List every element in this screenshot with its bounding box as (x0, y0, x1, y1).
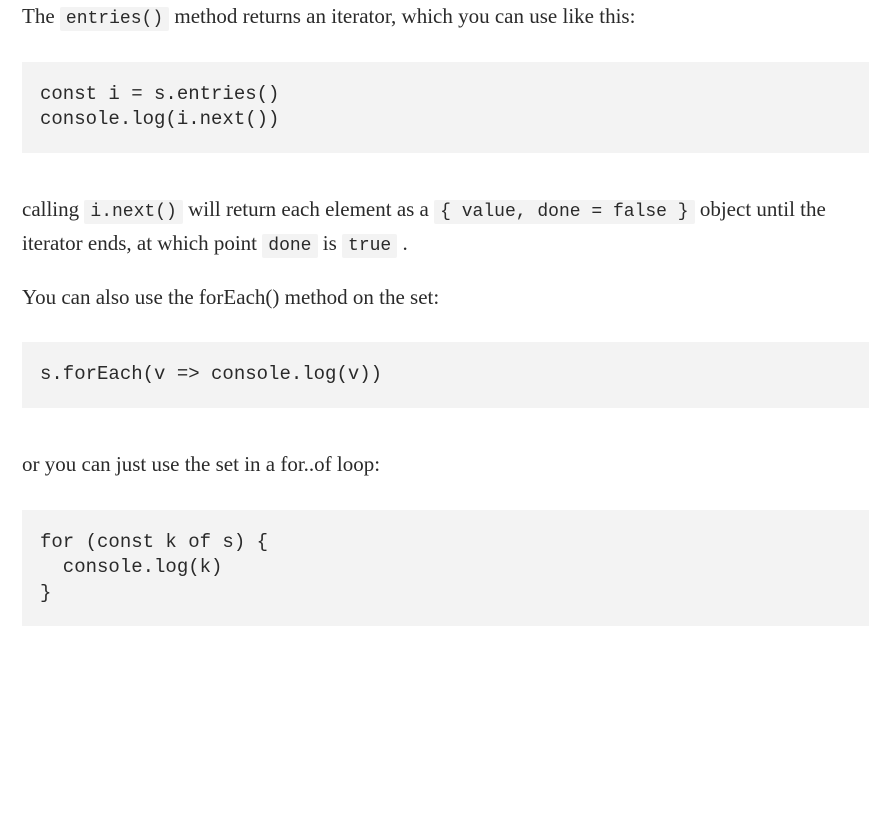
inline-code: { value, done = false } (434, 200, 694, 224)
text: calling (22, 197, 84, 221)
paragraph-4: or you can just use the set in a for..of… (22, 448, 869, 482)
text: is (318, 231, 343, 255)
text: will return each element as a (183, 197, 434, 221)
inline-code: entries() (60, 7, 169, 31)
inline-code: true (342, 234, 397, 258)
text: . (397, 231, 408, 255)
inline-code: i.next() (84, 200, 182, 224)
text: method returns an iterator, which you ca… (169, 4, 635, 28)
inline-code: done (262, 234, 317, 258)
paragraph-3: You can also use the forEach() method on… (22, 281, 869, 315)
text: The (22, 4, 60, 28)
code-block-3: for (const k of s) { console.log(k) } (22, 510, 869, 627)
code-block-2: s.forEach(v => console.log(v)) (22, 342, 869, 408)
code-block-1: const i = s.entries() console.log(i.next… (22, 62, 869, 153)
paragraph-2: calling i.next() will return each elemen… (22, 193, 869, 261)
paragraph-1: The entries() method returns an iterator… (22, 0, 869, 34)
